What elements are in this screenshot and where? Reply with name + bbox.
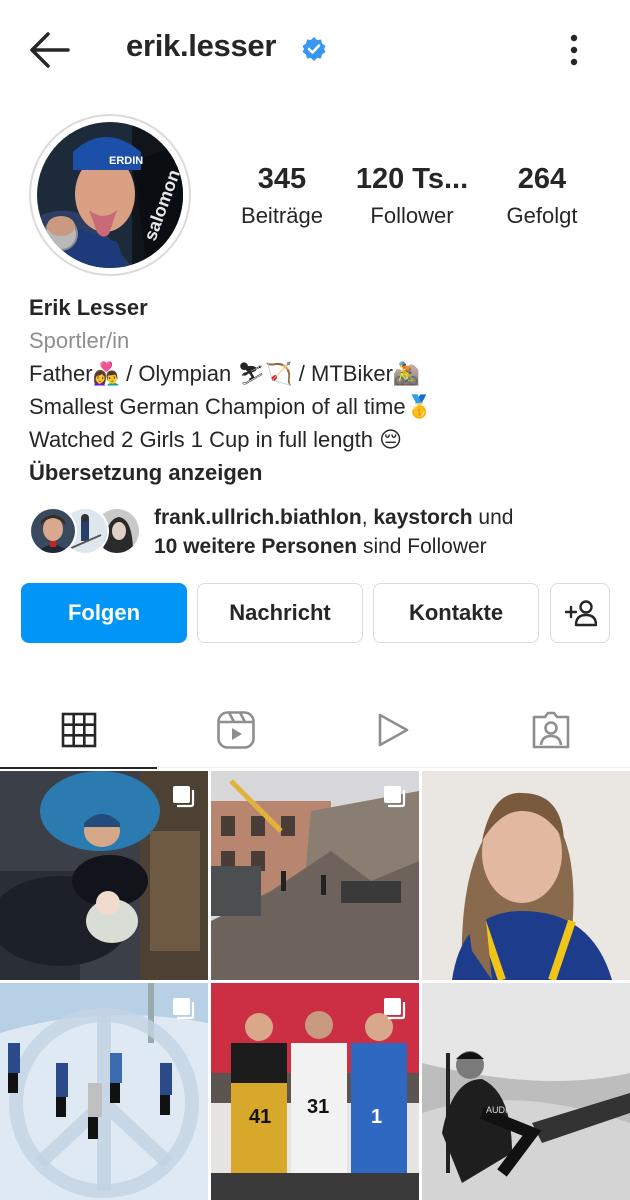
profile-bio: Erik Lesser Sportler/in Father👩‍❤️‍👨 / O…	[29, 291, 609, 489]
svg-text:41: 41	[249, 1106, 271, 1128]
mutual-avatars	[29, 507, 141, 555]
tagged-person-icon	[532, 711, 569, 749]
message-button[interactable]: Nachricht	[197, 583, 363, 643]
tab-videos[interactable]	[314, 692, 471, 768]
svg-text:AUDI: AUDI	[486, 1105, 508, 1115]
stat-posts[interactable]: 345 Beiträge	[232, 160, 332, 232]
back-button[interactable]	[26, 30, 72, 70]
mutual-avatar	[29, 507, 77, 555]
multiple-photos-icon	[173, 786, 195, 808]
post-thumbnail[interactable]	[211, 771, 419, 980]
add-person-icon	[564, 600, 597, 627]
top-bar: erik.lesser	[0, 0, 630, 100]
following-count: 264	[517, 163, 567, 195]
grid-icon	[61, 712, 96, 748]
following-label: Gefolgt	[506, 203, 578, 228]
avatar-image: salomon ERDIN	[37, 122, 183, 268]
multiple-photos-icon	[384, 786, 406, 808]
bio-line: Watched 2 Girls 1 Cup in full length 😔	[29, 427, 403, 452]
multiple-photos-icon	[173, 998, 195, 1020]
suggested-accounts-button[interactable]	[550, 583, 610, 643]
post-thumbnail[interactable]	[0, 771, 208, 980]
category-label: Sportler/in	[29, 328, 130, 353]
multiple-photos-icon	[384, 998, 406, 1020]
post-thumbnail[interactable]	[422, 771, 630, 980]
svg-text:31: 31	[307, 1096, 329, 1118]
mutual-others-link[interactable]: 10 weitere Personen	[154, 535, 357, 558]
mutual-followers[interactable]: frank.ullrich.biathlon, kaystorch und 10…	[29, 503, 619, 563]
mutual-user-link[interactable]: frank.ullrich.biathlon	[154, 506, 362, 529]
stat-followers[interactable]: 120 Ts... Follower	[348, 160, 476, 232]
video-play-icon	[378, 713, 408, 747]
svg-text:1: 1	[371, 1106, 382, 1128]
mutual-user-link[interactable]: kaystorch	[373, 506, 472, 529]
mutual-and: und	[472, 506, 514, 529]
svg-text:ERDIN: ERDIN	[109, 155, 143, 167]
tab-posts[interactable]	[0, 692, 157, 769]
tab-reels[interactable]	[157, 692, 314, 768]
followers-count: 120 Ts...	[355, 163, 469, 195]
follow-button[interactable]: Folgen	[21, 583, 187, 643]
followers-label: Follower	[370, 203, 454, 228]
tab-tagged[interactable]	[472, 692, 629, 768]
verified-badge-icon	[302, 37, 326, 61]
active-tab-indicator	[0, 767, 157, 769]
bio-line: Father👩‍❤️‍👨 / Olympian ⛷🏹 / MTBiker🚵	[29, 361, 421, 386]
more-vertical-icon	[570, 34, 578, 66]
posts-count: 345	[257, 163, 307, 195]
posts-label: Beiträge	[241, 203, 323, 228]
profile-tabs	[0, 692, 630, 769]
stat-following[interactable]: 264 Gefolgt	[494, 160, 590, 232]
mutual-text: frank.ullrich.biathlon, kaystorch und 10…	[154, 503, 513, 561]
mutual-separator: ,	[361, 506, 374, 529]
profile-avatar[interactable]: salomon ERDIN	[29, 114, 191, 276]
arrow-left-icon	[30, 32, 70, 68]
post-thumbnail[interactable]: 41 31 1	[211, 983, 419, 1200]
mutual-suffix: sind Follower	[357, 535, 487, 558]
post-thumbnail[interactable]	[0, 983, 208, 1200]
post-thumbnail[interactable]: AUDI	[422, 983, 630, 1200]
reels-icon	[216, 711, 255, 749]
more-options-button[interactable]	[560, 30, 588, 70]
display-name: Erik Lesser	[29, 295, 148, 320]
profile-username: erik.lesser	[126, 28, 277, 63]
contacts-button[interactable]: Kontakte	[373, 583, 539, 643]
translate-link[interactable]: Übersetzung anzeigen	[29, 456, 609, 489]
posts-grid: 41 31 1 AUDI	[0, 771, 630, 1200]
bio-line: Smallest German Champion of all time🥇	[29, 394, 433, 419]
